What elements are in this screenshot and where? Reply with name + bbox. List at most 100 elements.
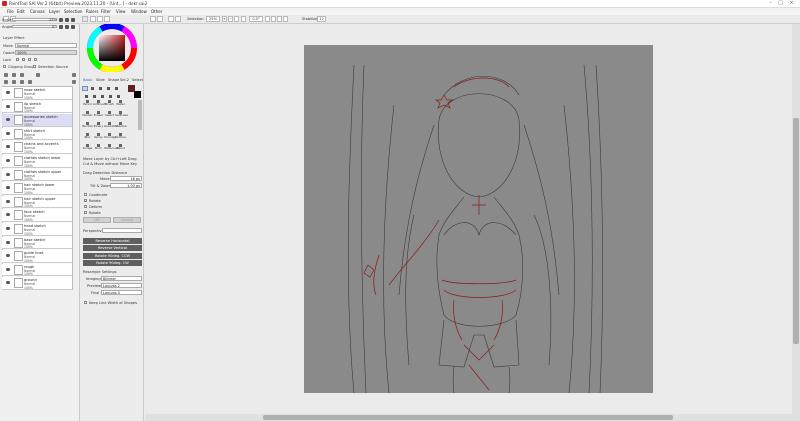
eye-icon[interactable] [6, 199, 10, 203]
view-mode-button[interactable] [82, 16, 88, 22]
tab-select[interactable]: Select [132, 78, 143, 82]
scale-down-button[interactable] [65, 18, 69, 22]
delete-layer-button[interactable] [28, 80, 32, 84]
select-tool-button[interactable] [91, 87, 94, 90]
tool-smudge[interactable]: Smudge [104, 133, 116, 139]
menu-edit[interactable]: Edit [17, 9, 25, 14]
tool-sel-erase[interactable]: SelErase [115, 111, 128, 117]
tool-watercolor[interactable]: Watercolor [104, 144, 120, 150]
eye-icon[interactable] [6, 186, 10, 190]
reverse-vertical-button[interactable]: Reverse Vertical [83, 245, 142, 251]
rotate-checkbox[interactable] [84, 199, 87, 202]
flip-view-button[interactable] [104, 16, 110, 22]
layer-row[interactable]: clothes sketch lower Normal 100% [2, 155, 72, 168]
layer-row-selected[interactable]: accessories sketch Normal 100% [2, 114, 72, 127]
layer-row[interactable]: shirt sketch Normal 100% [2, 127, 72, 141]
blend-mode-select[interactable]: Normal [15, 43, 77, 48]
layer-row[interactable]: hair sketch upper Normal 100% [2, 195, 72, 209]
tool-water[interactable]: Water [115, 100, 126, 106]
tool-airbrush[interactable]: AirBrush [93, 100, 106, 106]
layer-row[interactable]: base sketch Normal 100% [2, 236, 72, 250]
scale-reset-button[interactable] [71, 18, 75, 22]
layer-settings-button[interactable] [72, 80, 76, 84]
tool-spray[interactable]: Spray [93, 133, 104, 139]
zoom-tool-button[interactable] [85, 95, 88, 98]
layer-row[interactable]: chains and accents Normal 100% [2, 141, 72, 154]
lock-move-checkbox[interactable] [28, 58, 31, 61]
eye-icon[interactable] [6, 172, 10, 176]
eye-icon[interactable] [6, 281, 10, 285]
new-layer-button[interactable] [4, 73, 8, 77]
angle-slider[interactable] [12, 25, 57, 28]
maximize-icon[interactable]: □ [778, 1, 783, 6]
tab-shape[interactable]: Shape [108, 78, 119, 82]
rotate-left-button[interactable] [265, 16, 270, 22]
opacity-slider[interactable]: 100% [15, 50, 77, 55]
close-icon[interactable]: × [789, 1, 794, 6]
zoom-reset-button[interactable] [234, 16, 239, 22]
angle-field[interactable]: 0.0° [249, 16, 263, 22]
lock-all-checkbox[interactable] [34, 58, 37, 61]
layer-row[interactable]: head sketch Normal 100% [2, 223, 72, 236]
preview-select[interactable]: Lanczos 2 [101, 283, 142, 288]
move-distance-slider[interactable]: 16 px [110, 176, 142, 181]
tool-brush[interactable]: Brush [104, 100, 115, 106]
color-wheel[interactable] [84, 24, 140, 72]
layer-menu-button[interactable] [72, 73, 76, 77]
tab-slide[interactable]: Slide [96, 78, 105, 82]
layer-row[interactable]: nose sketch Normal 100% [2, 87, 72, 100]
menu-view[interactable]: View [116, 9, 126, 14]
undo-button[interactable] [150, 16, 156, 22]
layer-row[interactable]: rough Normal 100% [2, 263, 72, 277]
horizontal-scroll-thumb[interactable] [263, 415, 673, 420]
zoom-out-button[interactable]: − [228, 16, 233, 22]
tool-bucket[interactable]: Bucket [82, 122, 93, 128]
new-folder-button[interactable] [20, 73, 24, 77]
menu-file[interactable]: File [7, 9, 14, 14]
tool-marker[interactable]: Marker [82, 111, 93, 117]
tool-eraser[interactable]: Eraser [93, 111, 104, 117]
selection-source-checkbox[interactable] [33, 65, 36, 68]
eye-icon[interactable] [6, 227, 10, 230]
lock-paint-checkbox[interactable] [22, 58, 25, 61]
tab-sel2[interactable]: Sel.2 [120, 78, 129, 82]
menu-layer[interactable]: Layer [49, 9, 60, 14]
rotate-option-checkbox[interactable] [84, 211, 87, 214]
tool-blend[interactable]: Blend [115, 144, 126, 150]
cancel-button[interactable]: Cancel [113, 217, 141, 223]
lock-transparency-checkbox[interactable] [16, 58, 19, 61]
menu-selection[interactable]: Selection [64, 9, 82, 14]
layer-row[interactable]: lip sketch Normal 100% [2, 100, 72, 114]
menu-canvas[interactable]: Canvas [30, 9, 45, 14]
perspective-slider[interactable] [102, 228, 142, 233]
tool-blur[interactable]: Blur [82, 133, 93, 139]
transfer-down-button[interactable] [4, 80, 8, 84]
tab-basic[interactable]: Basic [83, 78, 93, 82]
eye-icon[interactable] [6, 159, 10, 162]
reverse-horizontal-button[interactable]: Reverse Horizontal [83, 238, 142, 244]
rotate-right-button[interactable] [271, 16, 276, 22]
menu-filter[interactable]: Filter [101, 9, 111, 14]
layer-row[interactable]: ground Normal 100% [2, 277, 72, 290]
tool-pencil[interactable]: Pencil [82, 100, 93, 106]
tool-binary[interactable]: Binary [93, 122, 104, 128]
move-tool-button[interactable] [82, 86, 88, 91]
clear-layer-button[interactable] [20, 80, 24, 84]
secondary-color-swatch[interactable] [134, 91, 141, 98]
clipping-group-checkbox[interactable] [3, 65, 6, 68]
drawing-canvas[interactable] [304, 45, 653, 394]
menu-rulers[interactable]: Rulers [86, 9, 98, 14]
tilt-zoom-slider[interactable]: 1.00 px [110, 183, 142, 188]
horizontal-scrollbar[interactable] [145, 414, 792, 421]
new-linework-button[interactable] [12, 73, 16, 77]
eye-icon[interactable] [6, 104, 10, 108]
eye-icon[interactable] [6, 145, 10, 149]
tool-burn[interactable]: Burn [93, 144, 104, 150]
scale-up-button[interactable] [59, 18, 63, 22]
minimize-icon[interactable]: – [768, 1, 773, 6]
rotate-cw-button[interactable]: Rotate 90deg. CW [83, 260, 142, 266]
eye-icon[interactable] [6, 254, 10, 258]
eye-icon[interactable] [6, 213, 10, 217]
eye-icon[interactable] [6, 240, 10, 244]
flip-horizontal-button[interactable] [283, 16, 288, 22]
